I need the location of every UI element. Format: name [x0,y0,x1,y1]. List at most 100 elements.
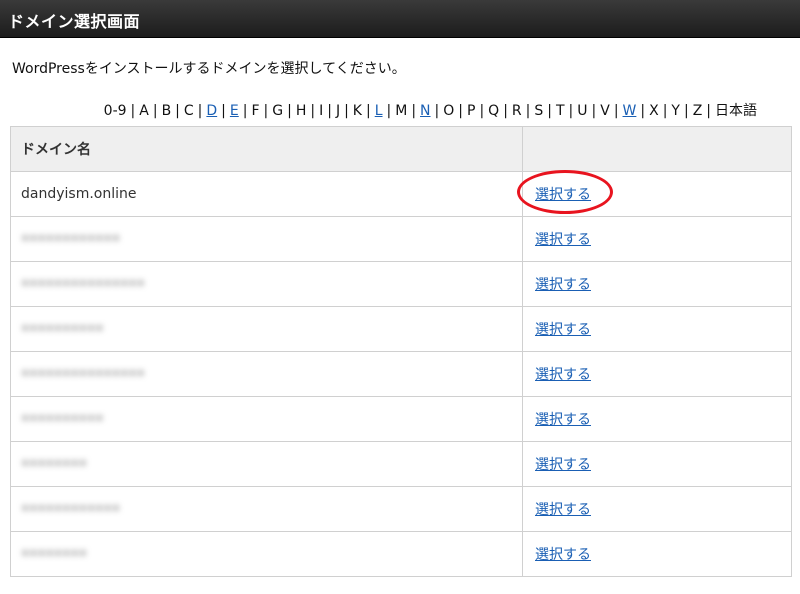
letter-index-nav: 0-9 | A | B | C | D | E | F | G | H | I | J | K | L | M | N | O | P | Q | R |… [104,100,757,120]
letter-filter-q: Q [488,103,500,119]
letter-filter-u: U [577,103,588,119]
letter-separator: | [175,103,180,119]
table-row: •••••••••• 選択する [10,306,792,352]
domain-name-cell: ••••••••••••••• [10,261,523,307]
select-domain-link[interactable]: 選択する [535,319,591,339]
domain-name-cell: dandyism.online [10,171,523,217]
table-row: ••••••••••••••• 選択する [10,261,792,307]
letter-filter-y: Y [671,103,680,119]
letter-separator: | [344,103,349,119]
letter-separator: | [591,103,597,119]
redacted-domain-name: ••••••••••••••• [21,366,145,382]
redacted-domain-name: •••••••• [21,456,88,472]
select-domain-link[interactable]: 選択する [535,229,591,249]
select-link-label: 選択する [535,457,591,473]
letter-filter-k: K [352,103,362,119]
letter-separator: | [130,103,136,119]
column-header-domain: ドメイン名 [10,126,523,172]
letter-filter-l[interactable]: L [375,103,383,119]
letter-filter-n[interactable]: N [420,103,430,119]
letter-separator: | [706,103,711,119]
instruction-text: WordPressをインストールするドメインを選択してください。 [12,61,406,77]
redacted-domain-name: •••••••••••• [21,501,121,517]
letter-filter-m: M [395,103,408,119]
action-cell: 選択する [522,261,792,307]
column-header-action [522,126,792,172]
domain-name-cell: •••••••••••• [10,216,523,262]
letter-separator: | [683,103,689,119]
letter-filter-b: B [161,103,172,119]
select-domain-link[interactable]: 選択する [535,499,591,519]
letter-separator: | [458,103,463,119]
table-row: •••••••••••• 選択する [10,486,792,532]
select-link-label: 選択する [535,412,591,428]
letter-filter-x: X [649,103,659,119]
domain-name-cell: •••••••• [10,531,523,577]
select-domain-link[interactable]: 選択する [535,274,591,294]
redacted-domain-name: •••••••• [21,546,88,562]
letter-filter-r: R [511,103,522,119]
select-domain-link[interactable]: 選択する [535,454,591,474]
letter-separator: | [310,103,316,119]
letter-separator: | [613,103,619,119]
redacted-domain-name: ••••••••••••••• [21,276,145,292]
table-row: •••••••••••• 選択する [10,216,792,262]
letter-filter-z: Z [692,103,703,119]
letter-separator: | [568,103,574,119]
redacted-domain-name: •••••••••••• [21,231,121,247]
select-link-label: 選択する [535,232,591,248]
letter-filter-t: T [555,103,565,119]
letter-filter-f: F [251,103,260,119]
letter-filter-p: P [467,103,476,119]
action-cell: 選択する [522,486,792,532]
letter-filter-v: V [600,103,610,119]
letter-separator: | [525,103,531,119]
action-cell: 選択する [522,306,792,352]
domain-name-cell: •••••••••• [10,306,523,352]
letter-filter-o: O [443,103,455,119]
action-cell: 選択する [522,441,792,487]
action-cell: 選択する [522,531,792,577]
letter-filter-e[interactable]: E [230,103,239,119]
action-cell: 選択する [522,396,792,442]
letter-separator: | [263,103,269,119]
letter-separator: | [197,103,203,119]
select-domain-link[interactable]: 選択する [517,170,613,214]
letter-separator: | [287,103,292,119]
letter-separator: | [365,103,371,119]
select-domain-link[interactable]: 選択する [535,364,591,384]
select-link-label: 選択する [535,187,591,203]
letter-filter-w[interactable]: W [623,103,637,119]
title-bar: ドメイン選択画面 [0,0,800,38]
letter-filter-a: A [139,103,149,119]
action-cell: 選択する [517,170,792,217]
action-cell: 選択する [522,216,792,262]
table-row: •••••••••• 選択する [10,396,792,442]
letter-separator: | [479,103,485,119]
letter-separator: | [434,103,440,119]
letter-separator: | [411,103,417,119]
table-row: ••••••••••••••• 選択する [10,351,792,397]
select-domain-link[interactable]: 選択する [535,544,591,564]
letter-separator: | [386,103,392,119]
letter-separator: | [503,103,508,119]
letter-filter-g: G [272,103,284,119]
table-row: •••••••• 選択する [10,531,792,577]
letter-filter-c: C [183,103,194,119]
select-link-label: 選択する [535,277,591,293]
letter-separator: | [152,103,158,119]
select-link-label: 選択する [535,322,591,338]
table-header-row: ドメイン名 [10,126,792,172]
select-domain-link[interactable]: 選択する [535,409,591,429]
redacted-domain-name: •••••••••• [21,321,104,337]
letter-filter-0-9: 0-9 [103,103,127,119]
domain-name-cell: •••••••• [10,441,523,487]
letter-filter-s: S [534,103,544,119]
action-cell: 選択する [522,351,792,397]
select-link-label: 選択する [535,367,591,383]
table-row: dandyism.online 選択する [10,170,792,217]
page-title: ドメイン選択画面 [8,12,141,31]
table-row: •••••••• 選択する [10,441,792,487]
letter-filter-d[interactable]: D [206,103,217,119]
domain-name-cell: •••••••••••• [10,486,523,532]
